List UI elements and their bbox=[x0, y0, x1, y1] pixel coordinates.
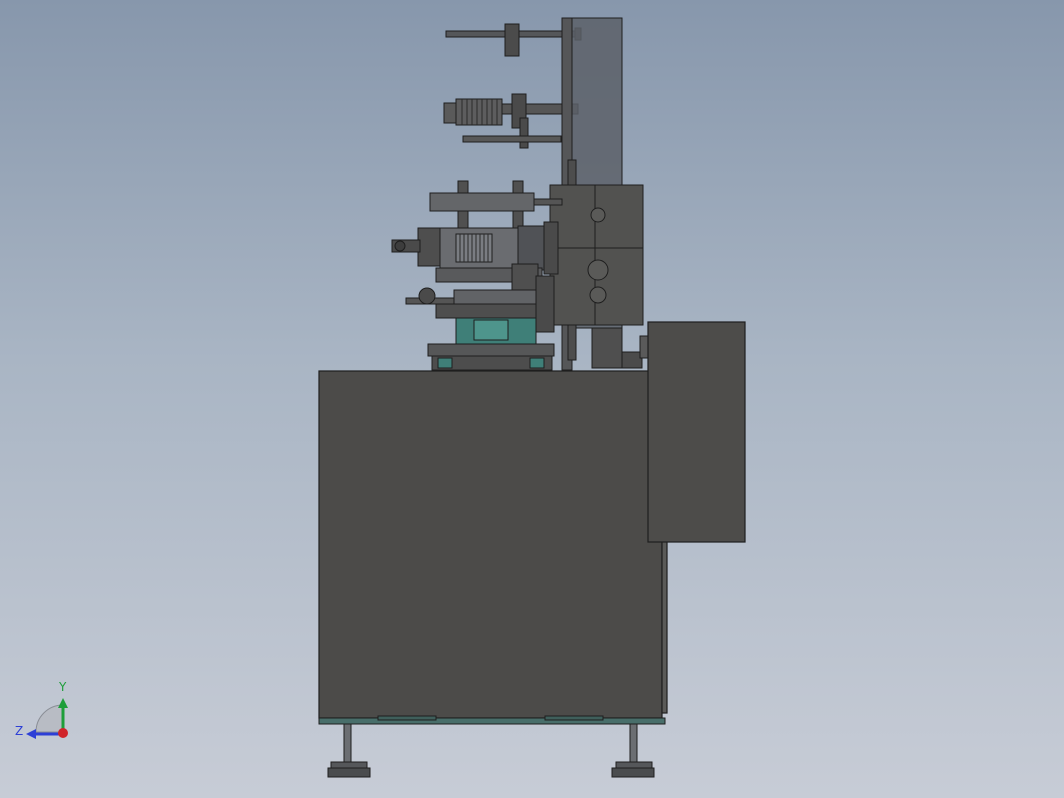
cad-viewport[interactable]: Y Z bbox=[0, 0, 1064, 798]
side-electrical-box bbox=[647, 321, 746, 543]
base-blocks bbox=[427, 317, 555, 371]
leveling-foot-left bbox=[327, 723, 371, 778]
z-axis-label: Z bbox=[15, 724, 23, 738]
orientation-triad[interactable]: Y Z bbox=[0, 670, 90, 760]
top-roller-assembly bbox=[445, 23, 582, 57]
main-cabinet bbox=[318, 370, 668, 719]
triad-arc bbox=[35, 704, 64, 733]
y-arrow-head bbox=[58, 698, 68, 708]
leveling-foot-right bbox=[611, 723, 655, 778]
machine-model[interactable] bbox=[0, 0, 1064, 798]
y-axis-label: Y bbox=[58, 680, 67, 694]
upper-cylinder bbox=[429, 192, 563, 212]
spring-roller-assembly bbox=[443, 93, 579, 149]
connector bbox=[621, 335, 649, 369]
z-arrow-head bbox=[26, 729, 36, 739]
x-axis-origin bbox=[58, 728, 68, 738]
